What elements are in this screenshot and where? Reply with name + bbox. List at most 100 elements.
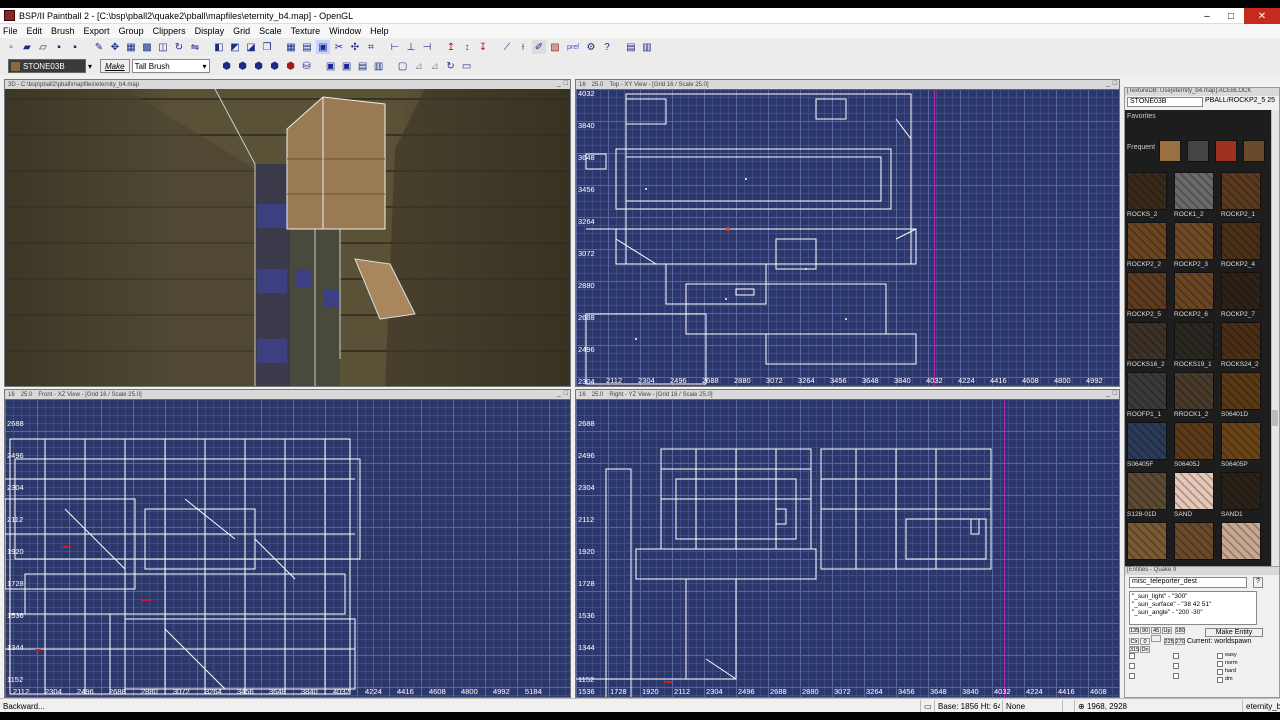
clip-icon[interactable]: ✂ (332, 40, 346, 54)
angle-225-button[interactable]: 225 (1163, 638, 1174, 645)
texture-scrollbar[interactable] (1271, 110, 1279, 566)
cylinder-icon[interactable]: ⛁ (300, 59, 314, 73)
align-left-icon[interactable]: ⊢ (388, 40, 402, 54)
vertex-icon[interactable]: ✣ (348, 40, 362, 54)
texture-thumb[interactable] (1174, 422, 1214, 460)
copy-icon[interactable]: ❐ (260, 40, 274, 54)
texture-thumb[interactable] (1174, 522, 1214, 560)
view-right[interactable]: 16 25.0 Right - YZ View - [Grid 16 / Sca… (575, 389, 1120, 698)
menu-edit[interactable]: Edit (24, 26, 49, 36)
hard-checkbox[interactable] (1217, 669, 1223, 675)
face3-icon[interactable]: ▤ (356, 59, 370, 73)
frame-icon[interactable]: ▢ (396, 59, 410, 73)
angle-down-button[interactable]: Dn (1140, 646, 1150, 653)
view-3d[interactable]: 3D - C:\bsp\pball2\pball\mapfiles\eterni… (4, 79, 571, 387)
maximize-icon[interactable]: □ (1113, 390, 1117, 397)
3d-scene[interactable] (5, 89, 570, 386)
view-top[interactable]: 16 25.0 Top - XY View - [Grid 16 / Scale… (575, 79, 1120, 387)
texture-thumb[interactable] (1174, 272, 1214, 310)
entity-property[interactable]: "_sun_angle" - "200 -30" (1132, 609, 1254, 617)
maximize-icon[interactable]: □ (564, 390, 568, 397)
cube2-icon[interactable]: ⬢ (236, 59, 250, 73)
help-icon[interactable]: ? (600, 40, 614, 54)
view-front[interactable]: 16 25.0 Front - XZ View - [Grid 16 / Sca… (4, 389, 571, 698)
texture-grid-icon[interactable]: ▦ (284, 40, 298, 54)
face-icon[interactable]: ▣ (324, 59, 338, 73)
scale-down-icon[interactable]: ↧ (476, 40, 490, 54)
layout2-icon[interactable]: ▥ (640, 40, 654, 54)
texture-thumb[interactable] (1127, 422, 1167, 460)
spawnflag-checkbox[interactable] (1173, 653, 1179, 659)
frequent-texture-thumb[interactable] (1243, 140, 1265, 162)
texture-thumb[interactable] (1127, 522, 1167, 560)
menu-grid[interactable]: Grid (230, 26, 256, 36)
layout-icon[interactable]: ▤ (624, 40, 638, 54)
brush-icon[interactable]: ◧ (212, 40, 226, 54)
texture-thumb[interactable] (1174, 372, 1214, 410)
angle-180-button[interactable]: 180 (1174, 627, 1185, 634)
texture-thumb[interactable] (1221, 272, 1261, 310)
grid-icon[interactable]: ▦ (124, 40, 138, 54)
move-icon[interactable]: ✥ (108, 40, 122, 54)
angle-135-button[interactable]: 135 (1129, 627, 1139, 634)
align-center-icon[interactable]: ⊥ (404, 40, 418, 54)
angle-315-button[interactable]: 315 (1129, 646, 1139, 653)
entity-property[interactable]: "_sun_light" - "300" (1132, 593, 1254, 601)
texture-select[interactable]: STONE03B (1127, 97, 1203, 107)
frequent-texture-thumb[interactable] (1159, 140, 1181, 162)
texture-thumb[interactable] (1127, 222, 1167, 260)
angle-90-button[interactable]: 90 (1140, 627, 1150, 634)
texture-thumb[interactable] (1127, 272, 1167, 310)
menu-display[interactable]: Display (192, 26, 231, 36)
frequent-texture-thumb[interactable] (1187, 140, 1209, 162)
spawnflag-checkbox[interactable] (1173, 663, 1179, 669)
menu-texture[interactable]: Texture (288, 26, 327, 36)
entity-properties-list[interactable]: "_sun_light" - "300" "_sun_surface" - "3… (1129, 591, 1257, 625)
texture-thumb[interactable] (1221, 222, 1261, 260)
scale-up-icon[interactable]: ↥ (444, 40, 458, 54)
spawnflag-checkbox[interactable] (1129, 673, 1135, 679)
flip-icon[interactable]: ⇋ (188, 40, 202, 54)
maximize-button[interactable]: □ (1220, 8, 1242, 24)
dm-checkbox[interactable] (1217, 677, 1223, 683)
3d-icon[interactable]: ▣ (316, 40, 330, 54)
paint-icon[interactable]: ✐ (532, 40, 546, 54)
angle-up-button[interactable]: Up (1162, 627, 1172, 634)
open-file-icon[interactable]: ▰ (20, 40, 34, 54)
texture-thumb[interactable] (1221, 522, 1261, 560)
menu-scale[interactable]: Scale (256, 26, 288, 36)
texture-thumb[interactable] (1174, 222, 1214, 260)
light-icon[interactable]: ◪ (244, 40, 258, 54)
screen-icon[interactable]: ▭ (460, 59, 474, 73)
options-icon[interactable]: ⚙ (584, 40, 598, 54)
menu-help[interactable]: Help (367, 26, 395, 36)
align-right-icon[interactable]: ⊣ (420, 40, 434, 54)
angle-0-button[interactable]: 0 (1140, 638, 1150, 645)
minimize-icon[interactable]: _ (1106, 80, 1110, 87)
save-icon[interactable]: ▪ (52, 40, 66, 54)
texture-thumb[interactable] (1174, 172, 1214, 210)
2d-icon[interactable]: ▤ (300, 40, 314, 54)
select-icon[interactable]: ✎ (92, 40, 106, 54)
menu-brush[interactable]: Brush (48, 26, 81, 36)
scale-mid-icon[interactable]: ↕ (460, 40, 474, 54)
texture-thumb[interactable] (1174, 322, 1214, 360)
spawnflag-checkbox[interactable] (1129, 653, 1135, 659)
entity-class-select[interactable]: misc_teleporter_dest (1129, 577, 1247, 588)
texture-grid[interactable]: Favorites Frequent ROCKS_2 ROCK1_2 ROCKP2_… (1125, 110, 1273, 566)
spawnflag-checkbox[interactable] (1173, 673, 1179, 679)
texture-thumb[interactable] (1127, 172, 1167, 210)
angle-270-button[interactable]: 270 (1174, 638, 1185, 645)
group-icon[interactable]: ◫ (156, 40, 170, 54)
entity-property[interactable]: "_sun_surface" - "38 42 51" (1132, 601, 1254, 609)
cube-icon[interactable]: ⬢ (220, 59, 234, 73)
menu-window[interactable]: Window (326, 26, 367, 36)
menu-export[interactable]: Export (81, 26, 116, 36)
cube3-icon[interactable]: ⬢ (252, 59, 266, 73)
save-as-icon[interactable]: ▪ (68, 40, 82, 54)
menu-file[interactable]: File (0, 26, 24, 36)
refresh-icon[interactable]: ↻ (444, 59, 458, 73)
ext-icon[interactable]: ⊿ (412, 59, 426, 73)
grid-fine-icon[interactable]: ▩ (140, 40, 154, 54)
minimize-icon[interactable]: _ (557, 80, 561, 87)
